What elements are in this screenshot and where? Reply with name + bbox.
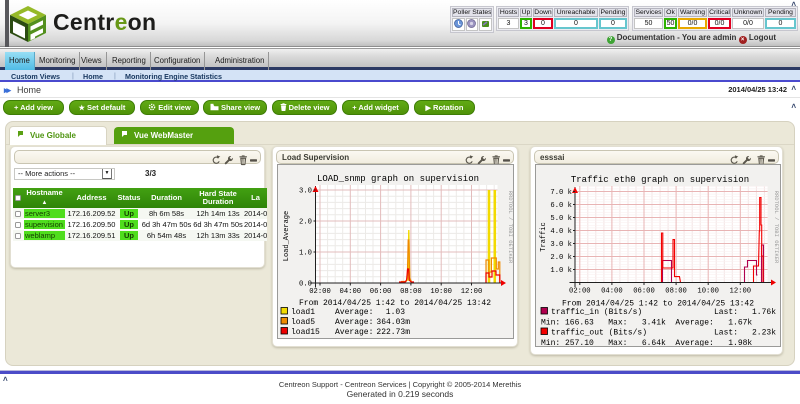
svg-text:Min: 166.63 Max: 3.41k Av: Min: 166.63 Max: 3.41k Average: 1.67k	[541, 319, 752, 328]
svg-text:Load_Average: Load_Average	[283, 211, 291, 261]
svg-text:364.03m: 364.03m	[376, 318, 410, 327]
svg-text:load15: load15	[291, 328, 320, 337]
svg-text:10:00: 10:00	[430, 288, 452, 296]
svg-text:Last:: Last:	[714, 308, 738, 317]
svg-text:08:00: 08:00	[665, 288, 687, 296]
svg-text:5.0 k: 5.0 k	[550, 215, 572, 223]
svg-text:2.0 k: 2.0 k	[550, 254, 572, 262]
svg-text:4.0 k: 4.0 k	[550, 228, 572, 236]
svg-text:Last:: Last:	[714, 329, 738, 338]
svg-text:load1: load1	[291, 308, 315, 317]
svg-text:1.76k: 1.76k	[752, 308, 776, 317]
svg-text:6.0 k: 6.0 k	[550, 202, 572, 210]
svg-text:2.23k: 2.23k	[752, 329, 776, 338]
svg-text:LOAD_snmp graph on supervision: LOAD_snmp graph on supervision	[317, 174, 479, 184]
svg-text:1.0: 1.0	[299, 250, 312, 258]
svg-text:1.03: 1.03	[386, 308, 405, 317]
svg-text:12:00: 12:00	[461, 288, 483, 296]
svg-text:10:00: 10:00	[697, 288, 719, 296]
svg-text:load5: load5	[291, 318, 315, 327]
svg-text:222.73m: 222.73m	[376, 328, 410, 337]
svg-text:12:00: 12:00	[730, 288, 752, 296]
svg-text:traffic_out (Bits/s): traffic_out (Bits/s)	[551, 329, 647, 338]
svg-text:RRDTOOL / TOBI OETIKER: RRDTOOL / TOBI OETIKER	[773, 191, 780, 264]
svg-text:Min: 257.10 Max: 6.64k Av: Min: 257.10 Max: 6.64k Average: 1.98k	[541, 339, 752, 346]
svg-text:traffic_in (Bits/s): traffic_in (Bits/s)	[551, 308, 642, 317]
svg-text:08:00: 08:00	[400, 288, 422, 296]
svg-text:02:00: 02:00	[309, 288, 331, 296]
svg-text:Average:: Average:	[335, 318, 373, 327]
svg-text:From 2014/04/25 1:42 to 2014/0: From 2014/04/25 1:42 to 2014/04/25 13:42	[299, 299, 491, 308]
svg-text:02:00: 02:00	[569, 288, 591, 296]
svg-text:3.0 k: 3.0 k	[550, 241, 572, 249]
svg-text:Traffic: Traffic	[540, 222, 548, 251]
svg-text:1.0 k: 1.0 k	[550, 267, 572, 275]
svg-text:Average:: Average:	[335, 328, 373, 337]
svg-text:3.0: 3.0	[299, 188, 312, 196]
svg-text:7.0 k: 7.0 k	[550, 189, 572, 197]
svg-text:2.0: 2.0	[299, 219, 312, 227]
svg-text:04:00: 04:00	[601, 288, 623, 296]
svg-text:04:00: 04:00	[340, 288, 362, 296]
svg-text:06:00: 06:00	[370, 288, 392, 296]
svg-text:06:00: 06:00	[633, 288, 655, 296]
svg-text:Average:: Average:	[335, 308, 373, 317]
svg-text:RRDTOOL / TOBI OETIKER: RRDTOOL / TOBI OETIKER	[507, 191, 513, 264]
svg-text:Traffic eth0 graph on supervis: Traffic eth0 graph on supervision	[571, 175, 749, 185]
